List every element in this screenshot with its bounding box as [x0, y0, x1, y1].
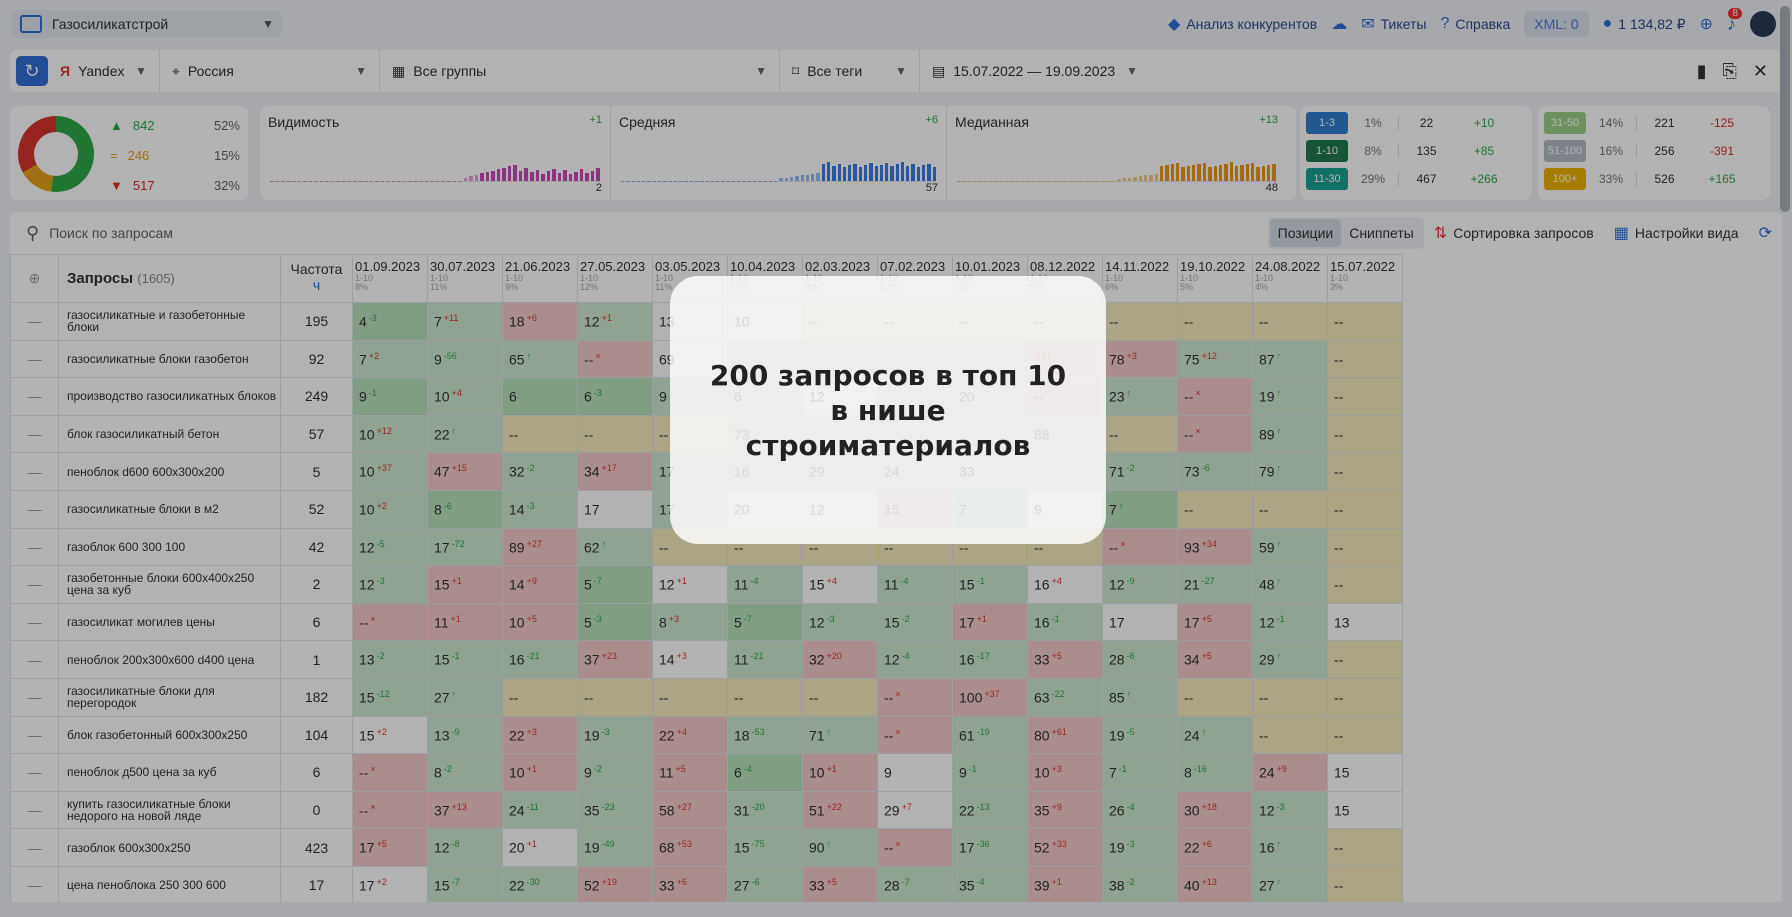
announcement-popup: 200 запросов в топ 10 в нише строиматери…: [670, 276, 1106, 544]
popup-text: 200 запросов в топ 10 в нише строиматери…: [709, 358, 1067, 462]
